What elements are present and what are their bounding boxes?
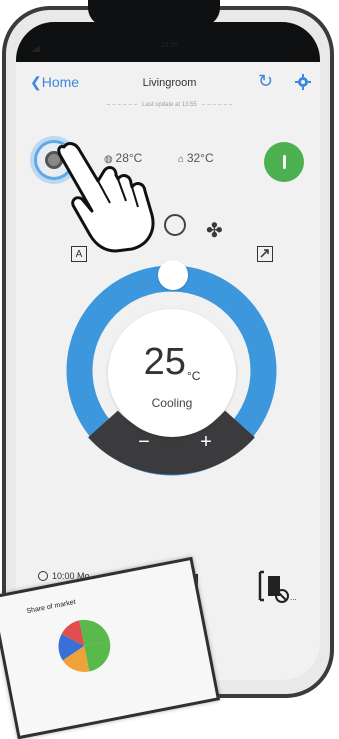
battery-icon: [300, 45, 315, 52]
setpoint: 25°C: [108, 341, 236, 384]
expand-icon[interactable]: [257, 246, 273, 262]
power-button[interactable]: [264, 142, 304, 182]
decrease-button[interactable]: −: [128, 426, 160, 458]
temperature-dial: 25°C Cooling: [108, 309, 236, 437]
setpoint-unit: °C: [186, 369, 201, 383]
setpoint-value: 25: [143, 341, 186, 383]
outdoor-temp-value: 32°C: [186, 151, 214, 165]
increase-button[interactable]: +: [190, 426, 222, 458]
notch: [88, 0, 220, 26]
mode-label: Cooling: [151, 396, 193, 410]
photo-caption: Share of market: [26, 598, 77, 616]
pie-chart-thumbnail: [58, 619, 111, 672]
fan-icon[interactable]: ✤: [206, 218, 223, 243]
page-title: Livingroom: [142, 77, 197, 89]
last-update: Last update at 13:55: [0, 102, 339, 108]
swing-icon[interactable]: ...: [256, 568, 300, 604]
clock-icon: [38, 571, 48, 581]
hand-pointer-icon: [57, 142, 155, 253]
power-icon: [282, 155, 286, 169]
svg-text:...: ...: [290, 593, 297, 602]
gear-icon[interactable]: [295, 74, 311, 90]
refresh-icon[interactable]: ↻: [258, 71, 273, 92]
temperature-knob[interactable]: [158, 260, 188, 290]
status-time: 13:55: [160, 42, 179, 49]
